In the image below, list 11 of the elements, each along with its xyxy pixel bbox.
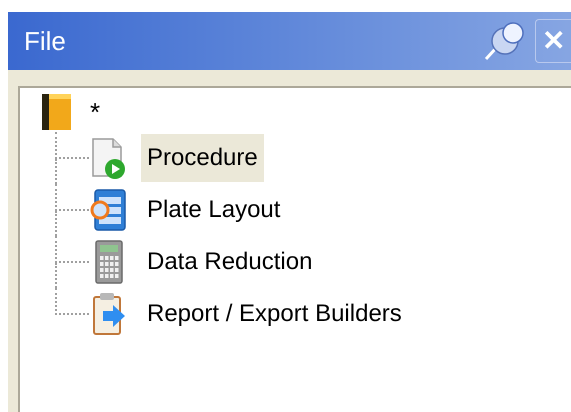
tree-item[interactable]: Plate Layout — [141, 186, 286, 234]
tree-connector — [55, 184, 89, 211]
tree-connector — [55, 132, 89, 159]
tree-connector — [55, 288, 89, 315]
tree-item[interactable]: Procedure — [141, 134, 264, 182]
grid-plate-icon — [89, 188, 129, 232]
tree-item[interactable]: Report / Export Builders — [141, 290, 408, 338]
tree-item[interactable]: Data Reduction — [141, 238, 318, 286]
panel-title: File — [24, 28, 66, 54]
tree-item[interactable]: * — [90, 99, 100, 125]
tree-connector — [55, 236, 89, 263]
